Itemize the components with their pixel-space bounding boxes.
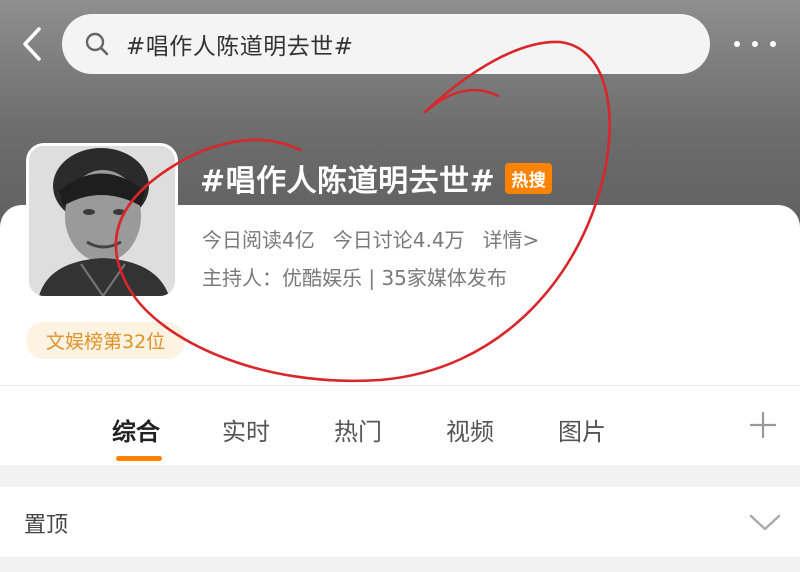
tab-images[interactable]: 图片	[558, 412, 606, 447]
discussions-count: 今日讨论4.4万	[332, 228, 465, 252]
topic-title-text: #唱作人陈道明去世#	[200, 164, 496, 199]
active-tab-indicator	[116, 456, 162, 461]
pinned-label: 置顶	[24, 513, 69, 538]
rank-badge[interactable]: 文娱榜第32位	[26, 322, 186, 359]
details-link[interactable]: 详情>	[483, 224, 540, 253]
search-bar[interactable]: #唱作人陈道明去世#	[62, 14, 710, 74]
more-icon-dot	[752, 41, 758, 47]
plus-icon[interactable]	[748, 410, 778, 440]
search-query-text: #唱作人陈道明去世#	[126, 34, 354, 60]
more-icon-dot	[734, 41, 740, 47]
tab-comprehensive[interactable]: 综合	[112, 412, 160, 447]
chevron-down-icon[interactable]	[748, 507, 782, 537]
pinned-section[interactable]: 置顶	[0, 487, 800, 557]
search-icon	[85, 32, 109, 56]
tab-hot[interactable]: 热门	[334, 412, 382, 447]
more-button[interactable]	[730, 30, 780, 58]
host-line[interactable]: 主持人：优酷娱乐 | 35家媒体发布	[202, 262, 507, 291]
tab-video[interactable]: 视频	[446, 412, 494, 447]
tab-bar: 综合 实时 热门 视频 图片	[0, 385, 800, 465]
topic-avatar	[26, 143, 178, 299]
hot-badge: 热搜	[505, 162, 553, 194]
topic-stats: 今日阅读4亿 今日讨论4.4万 详情>	[202, 224, 539, 253]
more-icon-dot	[770, 41, 776, 47]
reads-count: 今日阅读4亿	[202, 228, 315, 252]
back-button[interactable]	[14, 22, 50, 66]
topic-title: #唱作人陈道明去世# 热搜	[200, 156, 553, 200]
tab-realtime[interactable]: 实时	[222, 412, 270, 447]
back-arrow-icon	[23, 27, 41, 61]
